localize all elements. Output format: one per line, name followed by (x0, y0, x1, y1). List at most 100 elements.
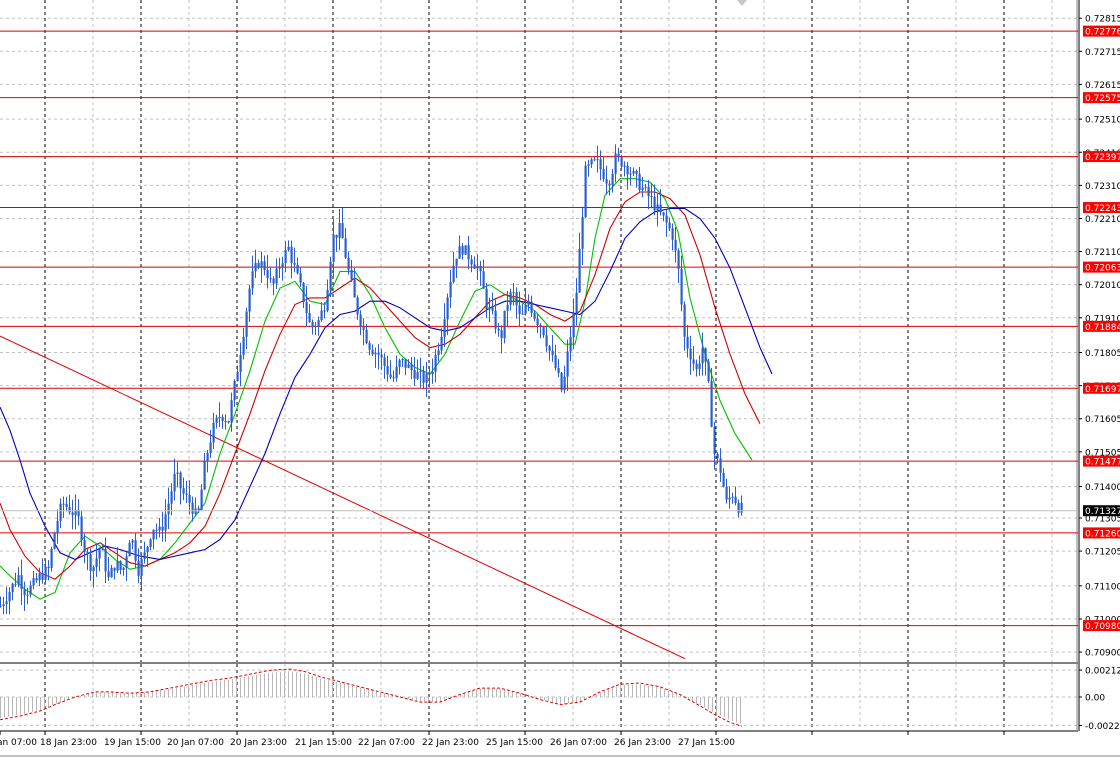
candle-body (170, 491, 173, 504)
chart-canvas[interactable]: 0.728150.727150.726150.725100.724100.723… (0, 0, 1120, 758)
candle-body (200, 489, 203, 510)
price-tick-label: 0.71205 (1085, 548, 1120, 558)
candle-body (728, 497, 731, 500)
candle-body (167, 503, 170, 515)
candle-body (605, 179, 608, 184)
candle-body (254, 263, 257, 272)
candle-body (668, 222, 671, 229)
candle-body (452, 265, 455, 282)
price-tick-label: 0.71400 (1085, 483, 1120, 493)
candle-body (98, 549, 101, 559)
candle-body (314, 326, 317, 328)
candle-body (83, 540, 86, 552)
candle-body (125, 556, 128, 568)
time-label: 25 Jan 15:00 (486, 738, 543, 748)
candle-body (488, 307, 491, 310)
candle-body (146, 547, 149, 553)
level-label: 0.71260 (1085, 529, 1120, 539)
candle-body (650, 195, 653, 197)
candle-body (362, 326, 365, 330)
candle-body (188, 494, 191, 503)
candle-body (20, 575, 23, 589)
candle-body (464, 245, 467, 255)
candle-body (308, 313, 311, 323)
candle-body (236, 372, 239, 382)
candle-body (224, 420, 227, 422)
candle-body (173, 473, 176, 492)
time-label: 18 Jan 23:00 (40, 738, 97, 748)
level-label: 0.72575 (1085, 94, 1120, 104)
time-label: 17 Jan 07:00 (0, 738, 37, 748)
candle-body (26, 594, 29, 596)
candle-body (176, 472, 179, 474)
osc-tick-label: 0.00 (1085, 694, 1105, 704)
candle-body (737, 503, 740, 513)
level-label: 0.72776 (1085, 28, 1120, 38)
candle-body (2, 604, 5, 606)
candle-body (401, 359, 404, 361)
candle-body (227, 421, 230, 423)
price-tick-label: 0.72010 (1085, 281, 1120, 291)
candle-body (386, 365, 389, 375)
candle-body (515, 292, 518, 306)
time-label: 22 Jan 07:00 (358, 738, 415, 748)
candle-body (596, 159, 599, 161)
candle-body (413, 369, 416, 379)
candle-body (569, 337, 572, 352)
forex-chart[interactable]: 0.728150.727150.726150.725100.724100.723… (0, 0, 1120, 758)
candle-body (329, 261, 332, 290)
price-tick-label: 0.71100 (1085, 582, 1120, 592)
candle-body (455, 258, 458, 266)
candle-body (305, 302, 308, 314)
candle-body (698, 363, 701, 370)
level-label: 0.71697 (1085, 385, 1120, 395)
candle-body (614, 153, 617, 174)
time-label: 21 Jan 15:00 (295, 738, 352, 748)
candle-body (113, 567, 116, 571)
candle-body (461, 246, 464, 255)
time-label: 20 Jan 07:00 (167, 738, 224, 748)
candle-body (677, 250, 680, 269)
candle-body (707, 361, 710, 381)
price-tick-label: 0.71805 (1085, 349, 1120, 359)
candle-body (428, 373, 431, 375)
level-label: 0.72063 (1085, 264, 1120, 274)
candle-body (65, 504, 68, 508)
candle-body (533, 312, 536, 319)
candle-body (206, 453, 209, 462)
candle-body (41, 573, 44, 580)
candle-body (5, 601, 8, 605)
candle-body (713, 426, 716, 454)
candle-body (470, 259, 473, 265)
candle-body (404, 359, 407, 368)
level-label: 0.72397 (1085, 153, 1120, 163)
candle-body (29, 585, 32, 595)
candle-body (119, 561, 122, 570)
candle-body (281, 263, 284, 267)
candle-body (389, 374, 392, 378)
candle-body (551, 350, 554, 356)
candle-body (92, 567, 95, 572)
candle-body (86, 551, 89, 555)
candle-body (272, 278, 275, 284)
candle-body (548, 346, 551, 351)
candle-body (584, 165, 587, 218)
candle-body (437, 350, 440, 356)
candle-body (347, 257, 350, 270)
candle-body (320, 310, 323, 321)
candle-body (269, 278, 272, 280)
candle-body (617, 153, 620, 157)
candle-body (539, 325, 542, 327)
candle-body (632, 170, 635, 174)
candle-body (293, 262, 296, 265)
candle-body (335, 234, 338, 238)
candle-body (380, 354, 383, 358)
candle-body (242, 336, 245, 355)
candle-body (560, 373, 563, 391)
candle-body (182, 488, 185, 494)
candle-body (68, 507, 71, 513)
candle-body (47, 566, 50, 568)
candle-body (101, 549, 104, 551)
candle-body (32, 578, 35, 586)
candle-body (17, 575, 20, 585)
